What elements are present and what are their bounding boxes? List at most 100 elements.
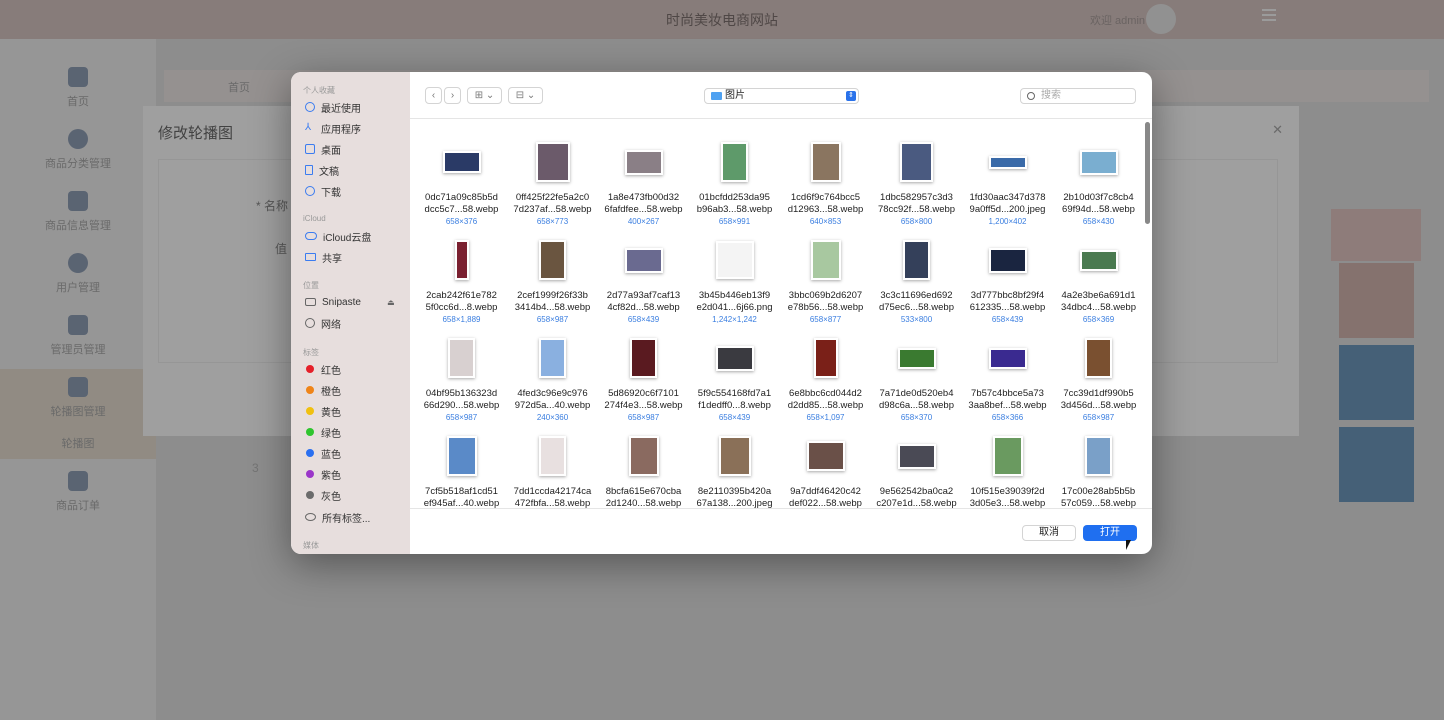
file-item[interactable]: 4fed3c96e9c976 972d5a...40.webp 240×360 bbox=[507, 334, 598, 423]
sidebar-tag[interactable]: 红色 bbox=[305, 361, 341, 377]
file-thumbnail bbox=[1085, 338, 1112, 378]
file-thumbnail bbox=[442, 151, 481, 173]
sidebar-tag[interactable]: 绿色 bbox=[305, 424, 341, 440]
forward-button[interactable]: › bbox=[444, 87, 461, 104]
file-dimensions: 658×987 bbox=[1082, 413, 1115, 422]
file-thumbnail bbox=[454, 240, 469, 280]
file-item[interactable]: 3c3c11696ed692 d75ec6...58.webp 533×800 bbox=[871, 236, 962, 325]
file-item[interactable]: 8e2110395b420a 67a138...200.jpeg bbox=[689, 432, 780, 508]
sidebar-tag[interactable]: 橙色 bbox=[305, 382, 341, 398]
file-thumbnail bbox=[813, 338, 838, 378]
location-select[interactable]: 图片 ⇕ bbox=[704, 88, 859, 104]
sidebar-tag[interactable]: 紫色 bbox=[305, 466, 341, 482]
file-dimensions: 1,242×1,242 bbox=[712, 315, 757, 324]
view-mode-button[interactable]: ⊞ ⌄ bbox=[467, 87, 502, 104]
file-item[interactable]: 1dbc582957c3d3 78cc92f...58.webp 658×800 bbox=[871, 138, 962, 227]
file-item[interactable]: 8bcfa615e670cba 2d1240...58.webp bbox=[598, 432, 689, 508]
sidebar-shared[interactable]: 共享 bbox=[305, 249, 342, 265]
file-item[interactable]: 3d777bbc8bf29f4 612335...58.webp 658×439 bbox=[962, 236, 1053, 325]
file-name: 2cab242f61e782 5f0cc6d...8.webp bbox=[425, 290, 498, 313]
sidebar-all-tags[interactable]: 所有标签... bbox=[305, 509, 370, 525]
file-item[interactable]: 3bbc069b2d6207 e78b56...58.webp 658×877 bbox=[780, 236, 871, 325]
sidebar-desktop[interactable]: 桌面 bbox=[305, 141, 341, 157]
open-button[interactable]: 打开 bbox=[1083, 525, 1137, 541]
file-item[interactable]: 5f9c554168fd7a1 f1dedff0...8.webp 658×439 bbox=[689, 334, 780, 423]
tag-dot-icon bbox=[306, 407, 314, 415]
cloud-icon bbox=[305, 232, 317, 240]
file-name: 10f515e39039f2d 3d05e3...58.webp bbox=[969, 486, 1046, 508]
file-name: 2d77a93af7caf13 4cf82d...58.webp bbox=[606, 290, 681, 313]
file-thumbnail bbox=[897, 347, 936, 369]
file-thumbnail bbox=[539, 338, 566, 378]
file-item[interactable]: 7cf5b518af1cd51 ef945af...40.webp bbox=[416, 432, 507, 508]
file-item[interactable]: 6e8bbc6cd044d2 d2dd85...58.webp 658×1,097 bbox=[780, 334, 871, 423]
file-dimensions: 640×853 bbox=[809, 217, 842, 226]
group-button[interactable]: ⊟ ⌄ bbox=[508, 87, 543, 104]
file-item[interactable]: 01bcfdd253da95 b96ab3...58.webp 658×991 bbox=[689, 138, 780, 227]
file-item[interactable]: 1a8e473fb00d32 6fafdfee...58.webp 400×267 bbox=[598, 138, 689, 227]
sidebar-network[interactable]: 网络 bbox=[305, 315, 341, 331]
search-input[interactable]: 搜索 bbox=[1020, 88, 1136, 104]
file-dimensions: 658×1,097 bbox=[806, 413, 845, 422]
file-item[interactable]: 4a2e3be6a691d1 34dbc4...58.webp 658×369 bbox=[1053, 236, 1144, 325]
file-item[interactable]: 7b57c4bbce5a73 3aa8bef...58.webp 658×366 bbox=[962, 334, 1053, 423]
label: iCloud云盘 bbox=[323, 232, 372, 244]
file-item[interactable]: 9e562542ba0ca2 c207e1d...58.webp bbox=[871, 432, 962, 508]
file-name: 5f9c554168fd7a1 f1dedff0...8.webp bbox=[697, 388, 772, 411]
label: 红色 bbox=[321, 365, 341, 377]
file-name: 7dd1ccda42174ca 472fbfa...58.webp bbox=[513, 486, 592, 508]
file-dimensions: 658×800 bbox=[900, 217, 933, 226]
file-name: 7cf5b518af1cd51 ef945af...40.webp bbox=[423, 486, 500, 508]
file-item[interactable]: 5d86920c6f7101 274f4e3...58.webp 658×987 bbox=[598, 334, 689, 423]
file-item[interactable]: 7a71de0d520eb4 d98c6a...58.webp 658×370 bbox=[871, 334, 962, 423]
file-open-dialog: 个人收藏 最近使用 ⅄ 应用程序 桌面 文稿 下载 iCloud iCloud云盘… bbox=[291, 72, 1152, 554]
tags-header: 标签 bbox=[303, 348, 319, 357]
document-icon bbox=[305, 165, 313, 175]
file-item[interactable]: 7dd1ccda42174ca 472fbfa...58.webp bbox=[507, 432, 598, 508]
label: 所有标签... bbox=[322, 513, 371, 525]
label: 桌面 bbox=[321, 145, 341, 157]
sidebar-icloud-drive[interactable]: iCloud云盘 bbox=[305, 228, 371, 244]
file-item[interactable]: 2d77a93af7caf13 4cf82d...58.webp 658×439 bbox=[598, 236, 689, 325]
shared-folder-icon bbox=[305, 253, 316, 261]
cancel-button[interactable]: 取消 bbox=[1022, 525, 1076, 541]
sidebar-tag[interactable]: 黄色 bbox=[305, 403, 341, 419]
folder-icon bbox=[711, 92, 722, 100]
file-item[interactable]: 10f515e39039f2d 3d05e3...58.webp bbox=[962, 432, 1053, 508]
scrollbar[interactable] bbox=[1145, 122, 1150, 224]
file-item[interactable]: 1fd30aac347d378 9a0ff5d...200.jpeg 1,200×4… bbox=[962, 138, 1053, 227]
file-item[interactable]: 7cc39d1df990b5 3d456d...58.webp 658×987 bbox=[1053, 334, 1144, 423]
file-name: 9e562542ba0ca2 c207e1d...58.webp bbox=[876, 486, 957, 508]
eject-icon[interactable]: ⏏ bbox=[387, 298, 395, 307]
back-button[interactable]: ‹ bbox=[425, 87, 442, 104]
sidebar-downloads[interactable]: 下载 bbox=[305, 183, 341, 199]
file-name: 01bcfdd253da95 b96ab3...58.webp bbox=[696, 192, 773, 215]
file-thumbnail bbox=[988, 347, 1027, 369]
label: 共享 bbox=[322, 253, 342, 265]
file-name: 2b10d03f7c8cb4 69f94d...58.webp bbox=[1062, 192, 1135, 215]
sidebar-applications[interactable]: ⅄ 应用程序 bbox=[305, 120, 361, 136]
sidebar-tag[interactable]: 灰色 bbox=[305, 487, 341, 503]
file-dimensions: 658×370 bbox=[900, 413, 933, 422]
file-item[interactable]: 9a7ddf46420c42 def022...58.webp bbox=[780, 432, 871, 508]
sidebar-tag[interactable]: 蓝色 bbox=[305, 445, 341, 461]
file-thumbnail bbox=[721, 142, 748, 182]
sidebar-snipaste[interactable]: Snipaste bbox=[305, 294, 361, 310]
file-item[interactable]: 04bf95b136323d 66d290...58.webp 658×987 bbox=[416, 334, 507, 423]
file-item[interactable]: 2cab242f61e782 5f0cc6d...8.webp 658×1,889 bbox=[416, 236, 507, 325]
file-dimensions: 658×366 bbox=[991, 413, 1024, 422]
file-name: 6e8bbc6cd044d2 d2dd85...58.webp bbox=[787, 388, 864, 411]
file-item[interactable]: 2b10d03f7c8cb4 69f94d...58.webp 658×430 bbox=[1053, 138, 1144, 227]
file-item[interactable]: 3b45b446eb13f9 e2d041...6j66.png 1,242×1,2… bbox=[689, 236, 780, 325]
sidebar-documents[interactable]: 文稿 bbox=[305, 162, 339, 178]
file-thumbnail bbox=[715, 345, 754, 371]
label: Snipaste bbox=[322, 296, 361, 308]
file-item[interactable]: 17c00e28ab5b5b 57c059...58.webp bbox=[1053, 432, 1144, 508]
file-item[interactable]: 0ff425f22fe5a2c0 7d237af...58.webp 658×773 bbox=[507, 138, 598, 227]
file-item[interactable]: 2cef1999f26f33b 3414b4...58.webp 658×987 bbox=[507, 236, 598, 325]
file-item[interactable]: 0dc71a09c85b5d dcc5c7...58.webp 658×376 bbox=[416, 138, 507, 227]
file-dimensions: 658×987 bbox=[627, 413, 660, 422]
sidebar-recents[interactable]: 最近使用 bbox=[305, 99, 361, 115]
file-thumbnail bbox=[992, 436, 1023, 476]
file-item[interactable]: 1cd6f9c764bcc5 d12963...58.webp 640×853 bbox=[780, 138, 871, 227]
